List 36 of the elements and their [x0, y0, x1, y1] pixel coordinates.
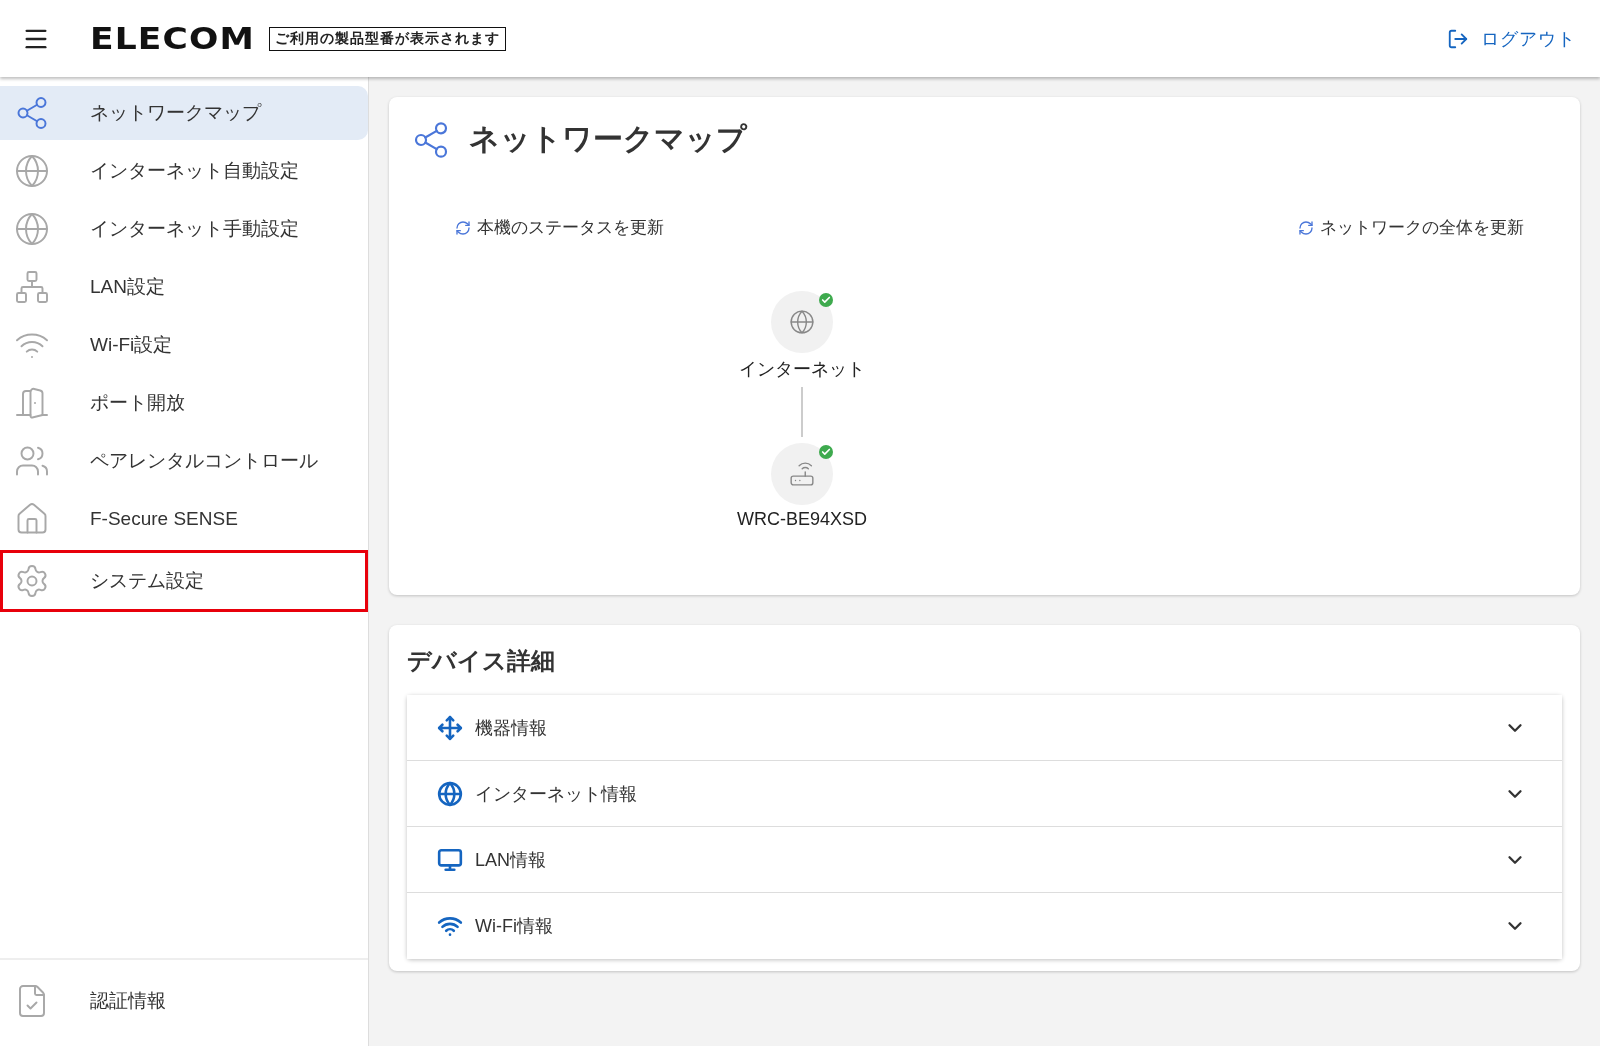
- sidebar-item[interactable]: インターネット手動設定: [0, 202, 368, 256]
- sidebar-item[interactable]: ネットワークマップ: [0, 86, 368, 140]
- sidebar-item[interactable]: ペアレンタルコントロール: [0, 434, 368, 488]
- monitor-icon: [437, 846, 463, 873]
- logout-link[interactable]: ログアウト: [1447, 26, 1576, 51]
- door-icon: [14, 385, 50, 421]
- node-label: インターネット: [739, 358, 865, 381]
- globe-icon: [437, 780, 463, 807]
- accordion-row[interactable]: インターネット情報: [407, 761, 1562, 827]
- sidebar-item[interactable]: インターネット自動設定: [0, 144, 368, 198]
- accordion-row[interactable]: LAN情報: [407, 827, 1562, 893]
- logo: ELECOM: [90, 21, 255, 56]
- model-label: ご利用の製品型番が表示されます: [269, 26, 507, 51]
- sidebar-item[interactable]: Wi-Fi設定: [0, 318, 368, 372]
- refresh-link[interactable]: 本機のステータスを更新: [455, 216, 664, 239]
- globe-icon: [789, 309, 815, 335]
- sidebar-item[interactable]: F-Secure SENSE: [0, 492, 368, 546]
- accordion-row[interactable]: Wi-Fi情報: [407, 893, 1562, 959]
- sidebar-item[interactable]: ポート開放: [0, 376, 368, 430]
- sidebar-item[interactable]: LAN設定: [0, 260, 368, 314]
- refresh-icon: [1298, 219, 1314, 236]
- router-icon: [789, 461, 815, 487]
- node-label: WRC-BE94XSD: [737, 509, 867, 530]
- sidebar-item[interactable]: 認証情報: [0, 974, 368, 1028]
- globe-icon: [14, 211, 50, 247]
- card-title: ネットワークマップ: [469, 121, 747, 157]
- accordion-row[interactable]: 機器情報: [407, 695, 1562, 761]
- card-title: デバイス詳細: [407, 646, 556, 676]
- refresh-link[interactable]: ネットワークの全体を更新: [1298, 216, 1524, 239]
- arrows-icon: [437, 714, 463, 741]
- sidebar-item[interactable]: システム設定: [0, 550, 368, 612]
- connector-line: [801, 387, 803, 437]
- refresh-icon: [455, 219, 471, 236]
- globe-icon: [14, 153, 50, 189]
- network-icon: [14, 269, 50, 305]
- logout-icon: [1447, 27, 1469, 50]
